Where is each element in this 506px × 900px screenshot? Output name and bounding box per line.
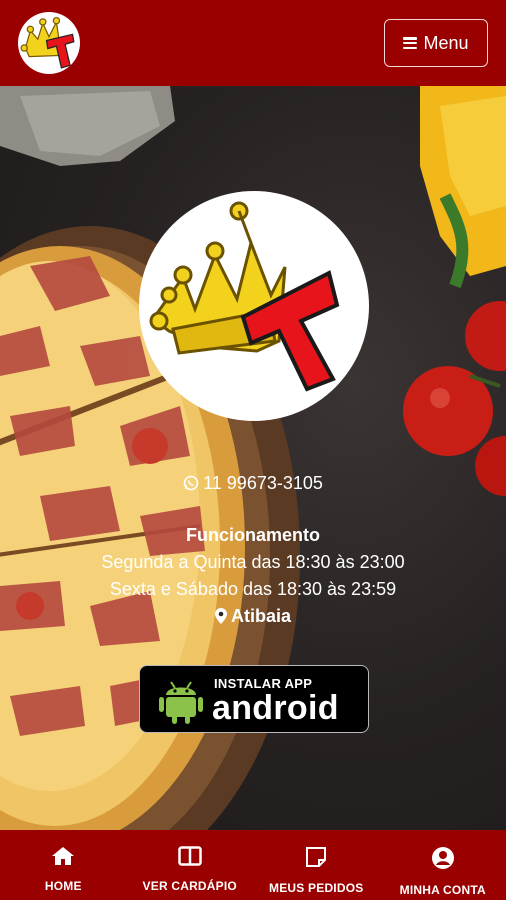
nav-label: HOME bbox=[44, 879, 82, 893]
brand-logo[interactable] bbox=[18, 12, 80, 74]
android-wordmark: android bbox=[212, 689, 339, 727]
menu-button[interactable]: Menu bbox=[384, 19, 488, 67]
city-location: Atibaia bbox=[0, 606, 506, 629]
nav-minha-conta[interactable]: MINHA CONTA bbox=[380, 830, 506, 900]
user-circle-icon bbox=[431, 846, 455, 875]
top-bar: Menu bbox=[0, 0, 506, 86]
nav-label: MINHA CONTA bbox=[399, 883, 486, 897]
nav-label: MEUS PEDIDOS bbox=[269, 881, 364, 895]
nav-label: VER CARDÁPIO bbox=[142, 879, 237, 893]
install-android-app-button[interactable]: INSTALAR APP android bbox=[139, 665, 369, 733]
hours-title: Funcionamento bbox=[186, 525, 320, 545]
hours-line: Segunda a Quinta das 18:30 às 23:00 bbox=[101, 552, 405, 572]
bottom-navigation: HOME VER CARDÁPIO MEUS PEDIDOS MINHA CON… bbox=[0, 830, 506, 900]
nav-ver-cardapio[interactable]: VER CARDÁPIO bbox=[127, 830, 254, 900]
home-icon bbox=[51, 846, 75, 871]
main-logo bbox=[139, 191, 369, 421]
nav-home[interactable]: HOME bbox=[0, 830, 127, 900]
note-icon bbox=[305, 846, 327, 873]
city-text: Atibaia bbox=[230, 606, 291, 626]
phone-text: 11 99673-3105 bbox=[203, 473, 323, 493]
bars-icon bbox=[403, 37, 418, 49]
android-robot-icon bbox=[158, 675, 204, 730]
book-icon bbox=[178, 846, 202, 871]
whatsapp-icon bbox=[183, 475, 199, 496]
map-marker-icon bbox=[214, 608, 227, 629]
hours-line: Sexta e Sábado das 18:30 às 23:59 bbox=[109, 579, 397, 599]
nav-meus-pedidos[interactable]: MEUS PEDIDOS bbox=[253, 830, 380, 900]
phone-number[interactable]: 11 99673-3105 bbox=[0, 473, 506, 496]
menu-label: Menu bbox=[423, 32, 469, 53]
